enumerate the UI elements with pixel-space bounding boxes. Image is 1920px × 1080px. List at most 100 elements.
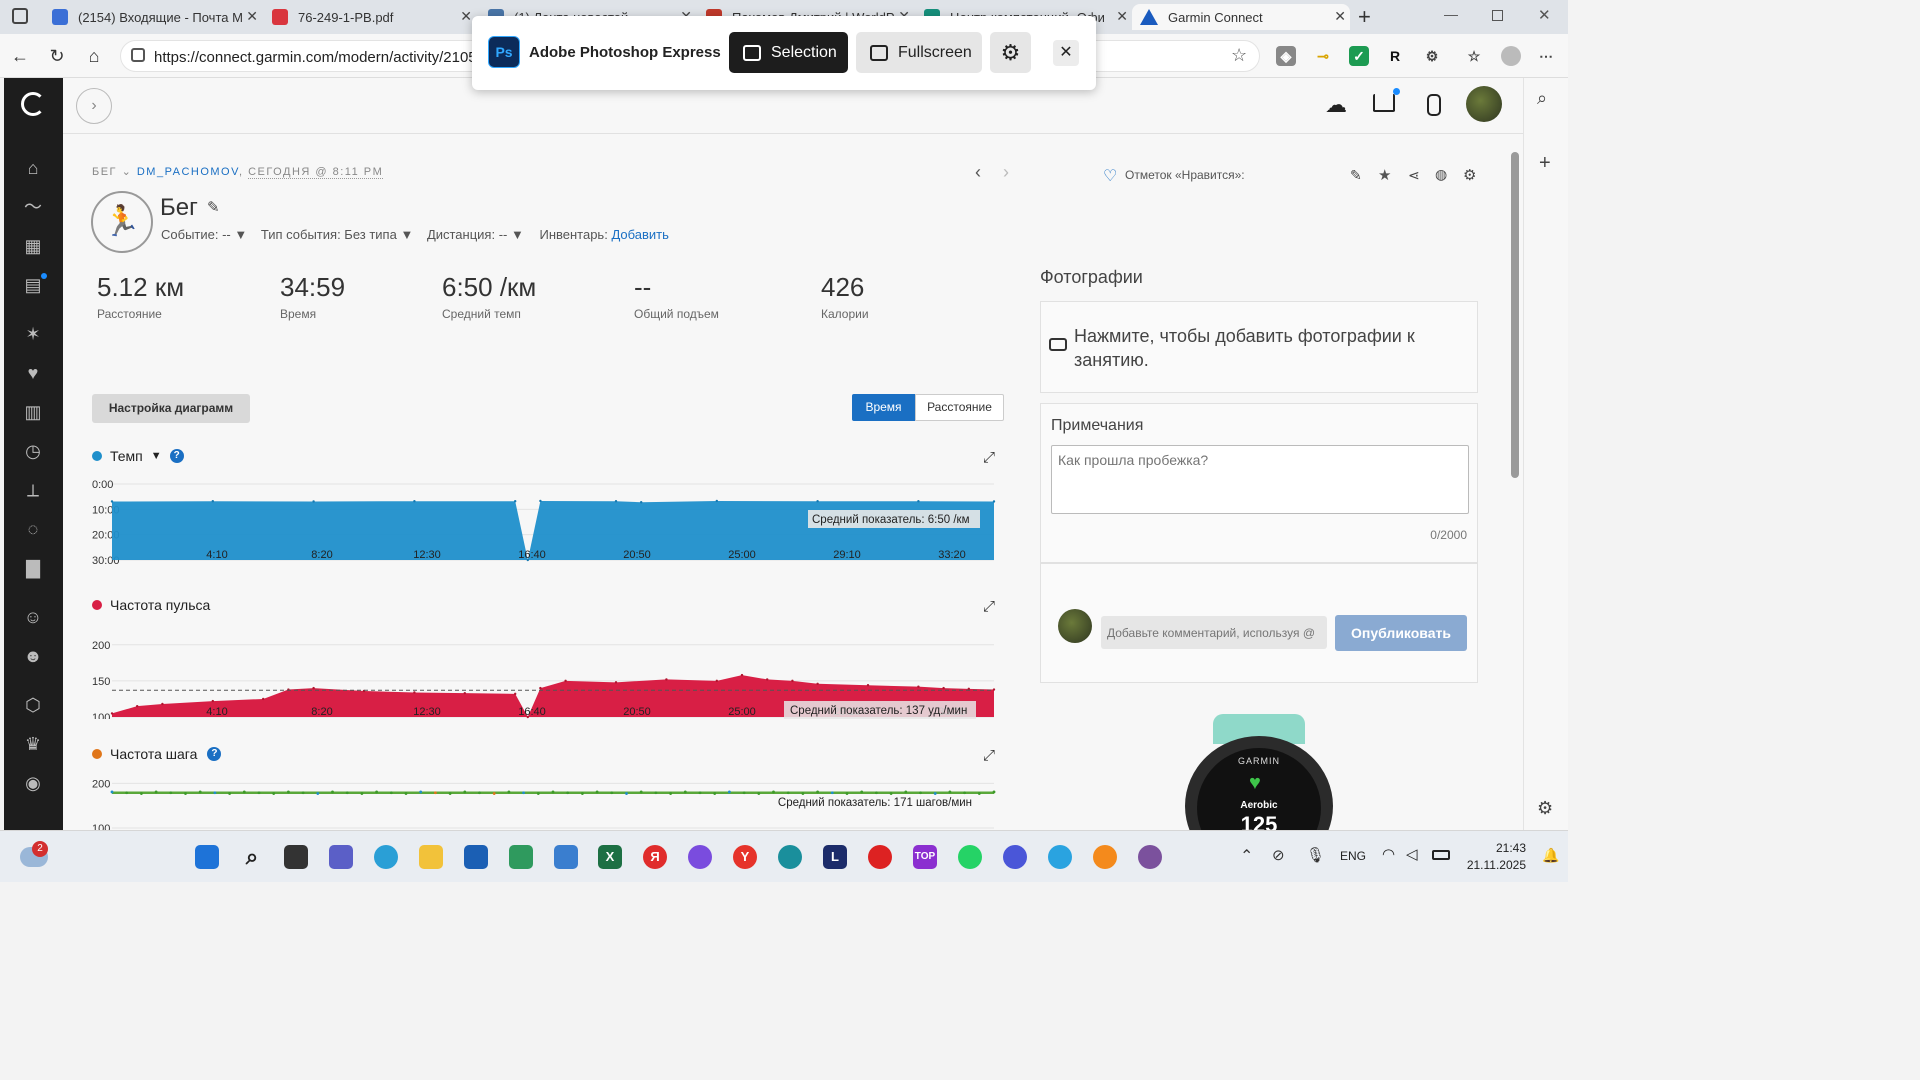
gear-add-link[interactable]: Добавить xyxy=(611,227,668,242)
new-tab-button[interactable]: + xyxy=(1358,4,1371,30)
comment-input[interactable] xyxy=(1101,616,1327,649)
music-app-icon[interactable] xyxy=(1093,845,1117,869)
expand-sidebar-button[interactable]: › xyxy=(76,88,112,124)
fullscreen-button[interactable]: Fullscreen xyxy=(856,32,982,73)
tray-chevron-icon[interactable]: ⌃ xyxy=(1240,846,1253,866)
notes-input[interactable] xyxy=(1051,445,1469,514)
telegram-icon[interactable] xyxy=(1048,845,1072,869)
browser-tab-mail[interactable]: (2154) Входящие - Почта М ✕ xyxy=(44,4,262,30)
page-scrollbar[interactable] xyxy=(1511,140,1519,826)
reports-nav-icon[interactable]: ▇ xyxy=(22,557,44,579)
gear-nav-icon[interactable]: ⟂ xyxy=(22,479,44,501)
expand-chart-icon[interactable]: ⤢ xyxy=(983,747,995,764)
top-app-icon[interactable]: TOP xyxy=(913,845,937,869)
activity-type-dropdown[interactable]: БЕГ xyxy=(92,166,117,178)
volume-icon[interactable]: ◁ xyxy=(1406,845,1418,863)
close-capture-icon[interactable]: ✕ xyxy=(1053,40,1079,66)
globe-app-icon[interactable] xyxy=(374,845,398,869)
favorite-star-icon[interactable]: ☆ xyxy=(1231,45,1247,66)
sidebar-settings-icon[interactable]: ⚙ xyxy=(1537,798,1553,819)
browser-menu-icon[interactable]: ⋯ xyxy=(1536,46,1556,66)
extension-guard-icon[interactable]: ✓ xyxy=(1349,46,1369,66)
browser-tab-garmin[interactable]: Garmin Connect ✕ xyxy=(1132,4,1350,30)
back-icon[interactable]: ← xyxy=(8,44,32,68)
user-link[interactable]: DM_PACHOMOV xyxy=(137,166,239,178)
viber-icon[interactable] xyxy=(1138,845,1162,869)
yandex-icon[interactable]: Я xyxy=(643,845,667,869)
pace-chart[interactable]: 0:0010:0020:0030:00 4:10 8:20 12:30 16:40 20:… xyxy=(92,474,1004,566)
m365-icon[interactable] xyxy=(509,845,533,869)
share-icon[interactable]: ⋖ xyxy=(1408,167,1420,184)
language-indicator[interactable]: ENG xyxy=(1340,849,1366,863)
home-nav-icon[interactable]: ⌂ xyxy=(22,157,44,179)
chevron-down-icon[interactable]: ⌄ xyxy=(122,166,137,178)
publish-button[interactable]: Опубликовать xyxy=(1335,615,1467,651)
toggle-distance-button[interactable]: Расстояние xyxy=(915,394,1004,421)
excel-icon[interactable]: X xyxy=(598,845,622,869)
chart-settings-button[interactable]: Настройка диаграмм xyxy=(92,394,250,423)
profile-avatar-icon[interactable] xyxy=(1501,46,1521,66)
reload-icon[interactable]: ↻ xyxy=(45,44,69,68)
privacy-globe-icon[interactable]: ◍ xyxy=(1435,166,1447,183)
battery-icon[interactable] xyxy=(1432,850,1450,860)
whatsapp-icon[interactable] xyxy=(958,845,982,869)
task-view-icon[interactable] xyxy=(284,845,308,869)
activity-time[interactable]: СЕГОДНЯ @ 8:11 PM xyxy=(248,166,384,179)
store-icon[interactable] xyxy=(464,845,488,869)
training-nav-icon[interactable]: ◷ xyxy=(22,440,44,462)
edit-title-icon[interactable]: ✎ xyxy=(207,198,220,216)
help-icon[interactable]: ? xyxy=(169,449,184,463)
close-icon[interactable]: ✕ xyxy=(460,8,472,25)
browser-tab-pdf[interactable]: 76-249-1-PB.pdf ✕ xyxy=(266,4,476,30)
hr-chart[interactable]: 2001501004:108:2012:3016:4020:5025:0029:… xyxy=(92,623,1004,719)
news-feed-nav-icon[interactable]: ▤ xyxy=(22,273,47,296)
upload-icon[interactable]: ☁ xyxy=(1325,92,1347,118)
yandex-browser-icon[interactable]: Y xyxy=(733,845,757,869)
l-app-icon[interactable]: L xyxy=(823,845,847,869)
expand-chart-icon[interactable]: ⤢ xyxy=(983,598,995,615)
challenges-nav-icon[interactable]: ♛ xyxy=(22,733,44,755)
favorites-icon[interactable]: ☆ xyxy=(1464,46,1484,66)
photos-panel[interactable]: Нажмите, чтобы добавить фотографии к зан… xyxy=(1040,301,1478,393)
expand-chart-icon[interactable]: ⤢ xyxy=(983,449,995,466)
add-sidebar-icon[interactable]: + xyxy=(1539,152,1551,175)
tab-actions-icon[interactable] xyxy=(12,8,28,24)
teams-icon[interactable] xyxy=(329,845,353,869)
next-activity-icon[interactable]: › xyxy=(1003,162,1009,183)
performance-nav-icon[interactable]: ▥ xyxy=(22,401,44,423)
settings-gear-icon[interactable]: ⚙ xyxy=(1463,166,1476,184)
connections-nav-icon[interactable]: ☺ xyxy=(22,606,44,628)
prev-activity-icon[interactable]: ‹ xyxy=(975,162,981,183)
user-avatar[interactable] xyxy=(1466,86,1502,122)
alice-icon[interactable] xyxy=(688,845,712,869)
groups-nav-icon[interactable]: ☻ xyxy=(22,645,44,667)
insights-bulb-icon[interactable]: ◌ xyxy=(22,518,44,540)
cloud-app-icon[interactable] xyxy=(554,845,578,869)
wifi-icon[interactable]: ◠ xyxy=(1382,845,1395,863)
garmin-logo-icon[interactable] xyxy=(21,92,45,116)
health-nav-icon[interactable]: ♥ xyxy=(22,362,44,384)
close-icon[interactable]: ✕ xyxy=(246,8,258,25)
taskbar-search-icon[interactable]: ⌕ xyxy=(240,845,264,869)
help-icon[interactable]: ? xyxy=(207,747,222,761)
event-type-dropdown[interactable]: Тип события: Без типа ▼ xyxy=(261,227,413,242)
tray-mic-icon[interactable]: 🎙 xyxy=(1306,846,1325,864)
distance-dropdown[interactable]: Дистанция: -- ▼ xyxy=(427,227,524,242)
toggle-time-button[interactable]: Время xyxy=(852,394,915,421)
notifications-bell-icon[interactable]: 🔔 xyxy=(1542,847,1559,864)
minimize-icon[interactable]: — xyxy=(1444,6,1458,22)
clock-time[interactable]: 21:43 xyxy=(1466,841,1526,855)
inbox-icon[interactable] xyxy=(1373,88,1400,112)
cadence-chart[interactable]: 200 100 Средний показатель: 171 шагов/мин xyxy=(92,772,1004,830)
restore-icon[interactable] xyxy=(1492,10,1503,21)
window-close-icon[interactable]: ✕ xyxy=(1538,6,1551,24)
extensions-puzzle-icon[interactable]: ⚙ xyxy=(1422,46,1442,66)
edge-icon[interactable] xyxy=(778,845,802,869)
extension-shield-icon[interactable]: ◈ xyxy=(1276,46,1296,66)
search-icon[interactable]: ⌕ xyxy=(1537,88,1547,109)
chevron-down-icon[interactable]: ▼ xyxy=(151,450,162,462)
capture-settings-icon[interactable]: ⚙ xyxy=(990,32,1031,73)
close-icon[interactable]: ✕ xyxy=(1116,8,1128,25)
file-explorer-icon[interactable] xyxy=(419,845,443,869)
messenger-icon[interactable] xyxy=(1003,845,1027,869)
